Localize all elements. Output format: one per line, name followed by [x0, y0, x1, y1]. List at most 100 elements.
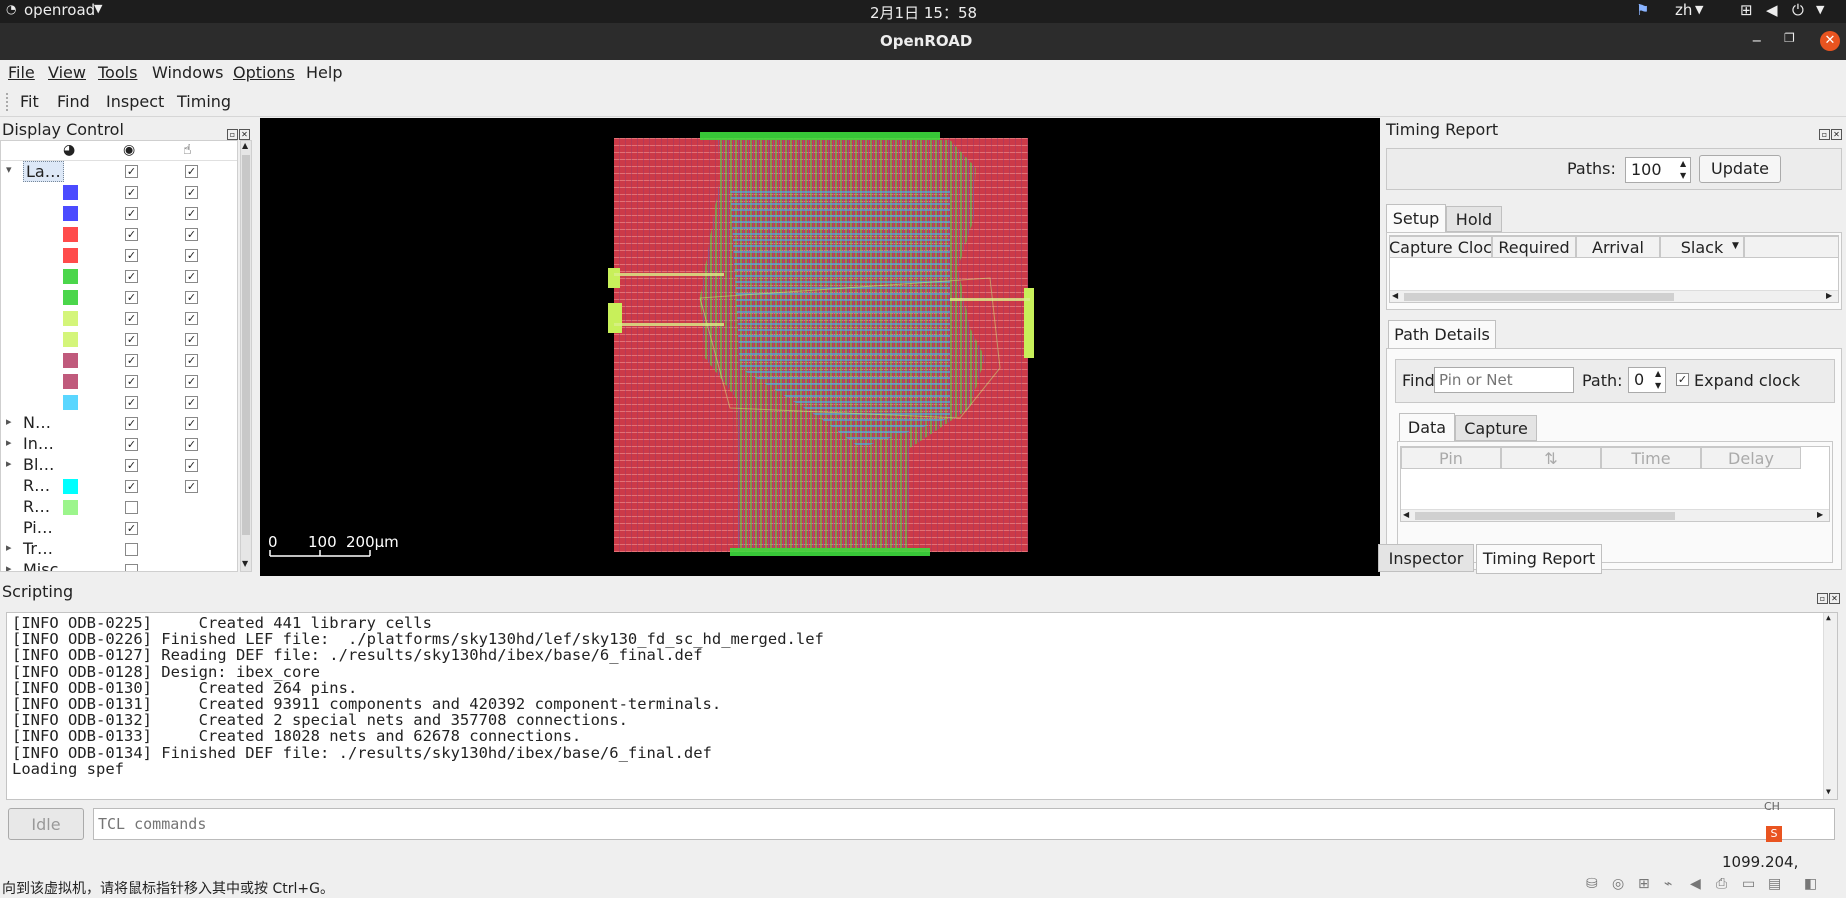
- col-extra[interactable]: [1744, 236, 1838, 258]
- expand-closed-icon[interactable]: ▸: [6, 415, 12, 428]
- selectable-checkbox[interactable]: ✓: [185, 165, 198, 178]
- spin-down-icon[interactable]: ▼: [1655, 381, 1661, 390]
- expand-open-icon[interactable]: ▾: [6, 163, 12, 176]
- volume-icon[interactable]: ◀: [1766, 1, 1778, 19]
- harddisk-icon[interactable]: ⛁: [1586, 876, 1598, 892]
- tree-row[interactable]: ✓ ✓: [1, 329, 237, 350]
- visible-checkbox[interactable]: [125, 543, 138, 556]
- scroll-left-icon[interactable]: ◀: [1403, 510, 1409, 519]
- tree-scrollbar[interactable]: ▲ ▼: [240, 140, 252, 572]
- scroll-down-icon[interactable]: ▼: [1826, 787, 1831, 796]
- visible-checkbox[interactable]: ✓: [125, 396, 138, 409]
- close-icon[interactable]: ✕: [239, 129, 250, 140]
- menu-help[interactable]: Help: [306, 63, 342, 82]
- usb-icon[interactable]: ⌁: [1664, 876, 1672, 892]
- scroll-thumb[interactable]: [242, 155, 250, 535]
- detail-table[interactable]: Pin ⇅ Time Delay ◀ ▶: [1400, 446, 1830, 522]
- scroll-up-icon[interactable]: ▲: [242, 141, 248, 150]
- col-capture-clock[interactable]: Capture Clock: [1390, 236, 1492, 258]
- visible-checkbox[interactable]: ✓: [125, 354, 138, 367]
- timing-button[interactable]: Timing: [177, 92, 231, 111]
- toolbar-grip[interactable]: [6, 93, 8, 111]
- spin-down-icon[interactable]: ▼: [1680, 171, 1686, 180]
- printer-icon[interactable]: ⎙: [1716, 876, 1727, 892]
- visible-checkbox[interactable]: ✓: [125, 207, 138, 220]
- find-pin-net-input[interactable]: [1434, 367, 1574, 393]
- paths-spinbox[interactable]: 100 ▲ ▼: [1625, 157, 1691, 183]
- selectable-checkbox[interactable]: ✓: [185, 312, 198, 325]
- minimize-button[interactable]: ‒: [1752, 31, 1762, 49]
- col-arrival[interactable]: Arrival: [1576, 236, 1660, 258]
- network-wired-icon[interactable]: ⊞: [1740, 1, 1753, 19]
- path-spinbox[interactable]: 0 ▲ ▼: [1628, 367, 1666, 393]
- layout-canvas[interactable]: 0 100 200μm: [260, 118, 1380, 576]
- visible-checkbox[interactable]: ✓: [125, 186, 138, 199]
- selectable-checkbox[interactable]: ✓: [185, 333, 198, 346]
- selectable-checkbox[interactable]: ✓: [185, 228, 198, 241]
- h-scrollbar[interactable]: ◀ ▶: [1390, 290, 1838, 302]
- visible-checkbox[interactable]: ✓: [125, 333, 138, 346]
- tree-row[interactable]: ✓ ✓: [1, 308, 237, 329]
- visible-checkbox[interactable]: ✓: [125, 480, 138, 493]
- float-icon[interactable]: ▫: [1817, 593, 1828, 604]
- selectable-checkbox[interactable]: ✓: [185, 396, 198, 409]
- menu-view[interactable]: View: [48, 63, 86, 82]
- tree-row[interactable]: ▸ Bl… ✓ ✓: [1, 455, 237, 476]
- tree-row[interactable]: ✓ ✓: [1, 371, 237, 392]
- tree-row[interactable]: ✓ ✓: [1, 224, 237, 245]
- visible-checkbox[interactable]: ✓: [125, 249, 138, 262]
- shared-folder-icon[interactable]: ▤: [1768, 876, 1781, 892]
- visible-checkbox[interactable]: ✓: [125, 291, 138, 304]
- visible-checkbox[interactable]: ✓: [125, 417, 138, 430]
- sound-card-icon[interactable]: ◀: [1690, 876, 1701, 892]
- float-icon[interactable]: ▫: [1819, 129, 1830, 140]
- ime-mode-icon[interactable]: CH: [1764, 800, 1780, 813]
- tree-row[interactable]: ▸ In… ✓ ✓: [1, 434, 237, 455]
- visible-checkbox[interactable]: ✓: [125, 459, 138, 472]
- h-scrollbar[interactable]: ◀ ▶: [1401, 509, 1829, 521]
- network-adapter-icon[interactable]: ⊞: [1638, 876, 1650, 892]
- inspect-button[interactable]: Inspect: [106, 92, 164, 111]
- idle-button[interactable]: Idle: [8, 808, 84, 840]
- visible-checkbox[interactable]: [125, 501, 138, 514]
- visible-checkbox[interactable]: ✓: [125, 165, 138, 178]
- display-icon[interactable]: ▭: [1742, 876, 1755, 892]
- menu-tools[interactable]: Tools: [98, 63, 137, 82]
- selectable-checkbox[interactable]: ✓: [185, 438, 198, 451]
- find-button[interactable]: Find: [57, 92, 90, 111]
- float-icon[interactable]: ▫: [227, 129, 238, 140]
- scroll-up-icon[interactable]: ▲: [1826, 613, 1831, 622]
- message-icon[interactable]: ◧: [1804, 876, 1817, 892]
- maximize-button[interactable]: ❐: [1784, 31, 1795, 45]
- expand-closed-icon[interactable]: ▸: [6, 436, 12, 449]
- tree-row[interactable]: ▸ N… ✓ ✓: [1, 413, 237, 434]
- spin-up-icon[interactable]: ▲: [1655, 369, 1661, 378]
- scroll-down-icon[interactable]: ▼: [242, 559, 248, 568]
- display-control-tree[interactable]: ◕ ◉ ☝ ▾ La… ✓ ✓ ✓ ✓ ✓ ✓ ✓ ✓ ✓ ✓ ✓ ✓ ✓ ✓ ✓ ✓ ✓ ✓ ✓ ✓ ✓ ✓ ✓ ✓ ▸ N… ✓ ✓ ▸…: [0, 140, 238, 572]
- color-swatch[interactable]: [63, 500, 78, 515]
- selectable-checkbox[interactable]: ✓: [185, 417, 198, 430]
- color-swatch[interactable]: [63, 353, 78, 368]
- color-swatch[interactable]: [63, 248, 78, 263]
- visible-checkbox[interactable]: ✓: [125, 522, 138, 535]
- scroll-thumb[interactable]: [1415, 512, 1675, 520]
- close-icon[interactable]: ✕: [1829, 593, 1840, 604]
- tab-timing-report[interactable]: Timing Report: [1476, 544, 1602, 574]
- layout-viewer[interactable]: 0 100 200μm: [260, 118, 1380, 576]
- selectable-checkbox[interactable]: ✓: [185, 186, 198, 199]
- tree-row[interactable]: ✓ ✓: [1, 245, 237, 266]
- tab-capture[interactable]: Capture: [1455, 415, 1537, 441]
- selectable-checkbox[interactable]: ✓: [185, 249, 198, 262]
- clock[interactable]: 2月1日 15：58: [870, 2, 977, 23]
- spin-up-icon[interactable]: ▲: [1680, 159, 1686, 168]
- scroll-right-icon[interactable]: ▶: [1817, 510, 1823, 519]
- tab-inspector[interactable]: Inspector: [1378, 544, 1474, 572]
- col-sort[interactable]: ⇅: [1501, 447, 1601, 469]
- color-swatch[interactable]: [63, 227, 78, 242]
- tree-row[interactable]: ✓ ✓: [1, 182, 237, 203]
- tree-row[interactable]: ✓ ✓: [1, 203, 237, 224]
- tcl-command-input[interactable]: [93, 808, 1835, 840]
- color-swatch[interactable]: [63, 395, 78, 410]
- selectable-checkbox[interactable]: ✓: [185, 270, 198, 283]
- close-icon[interactable]: ✕: [1831, 129, 1842, 140]
